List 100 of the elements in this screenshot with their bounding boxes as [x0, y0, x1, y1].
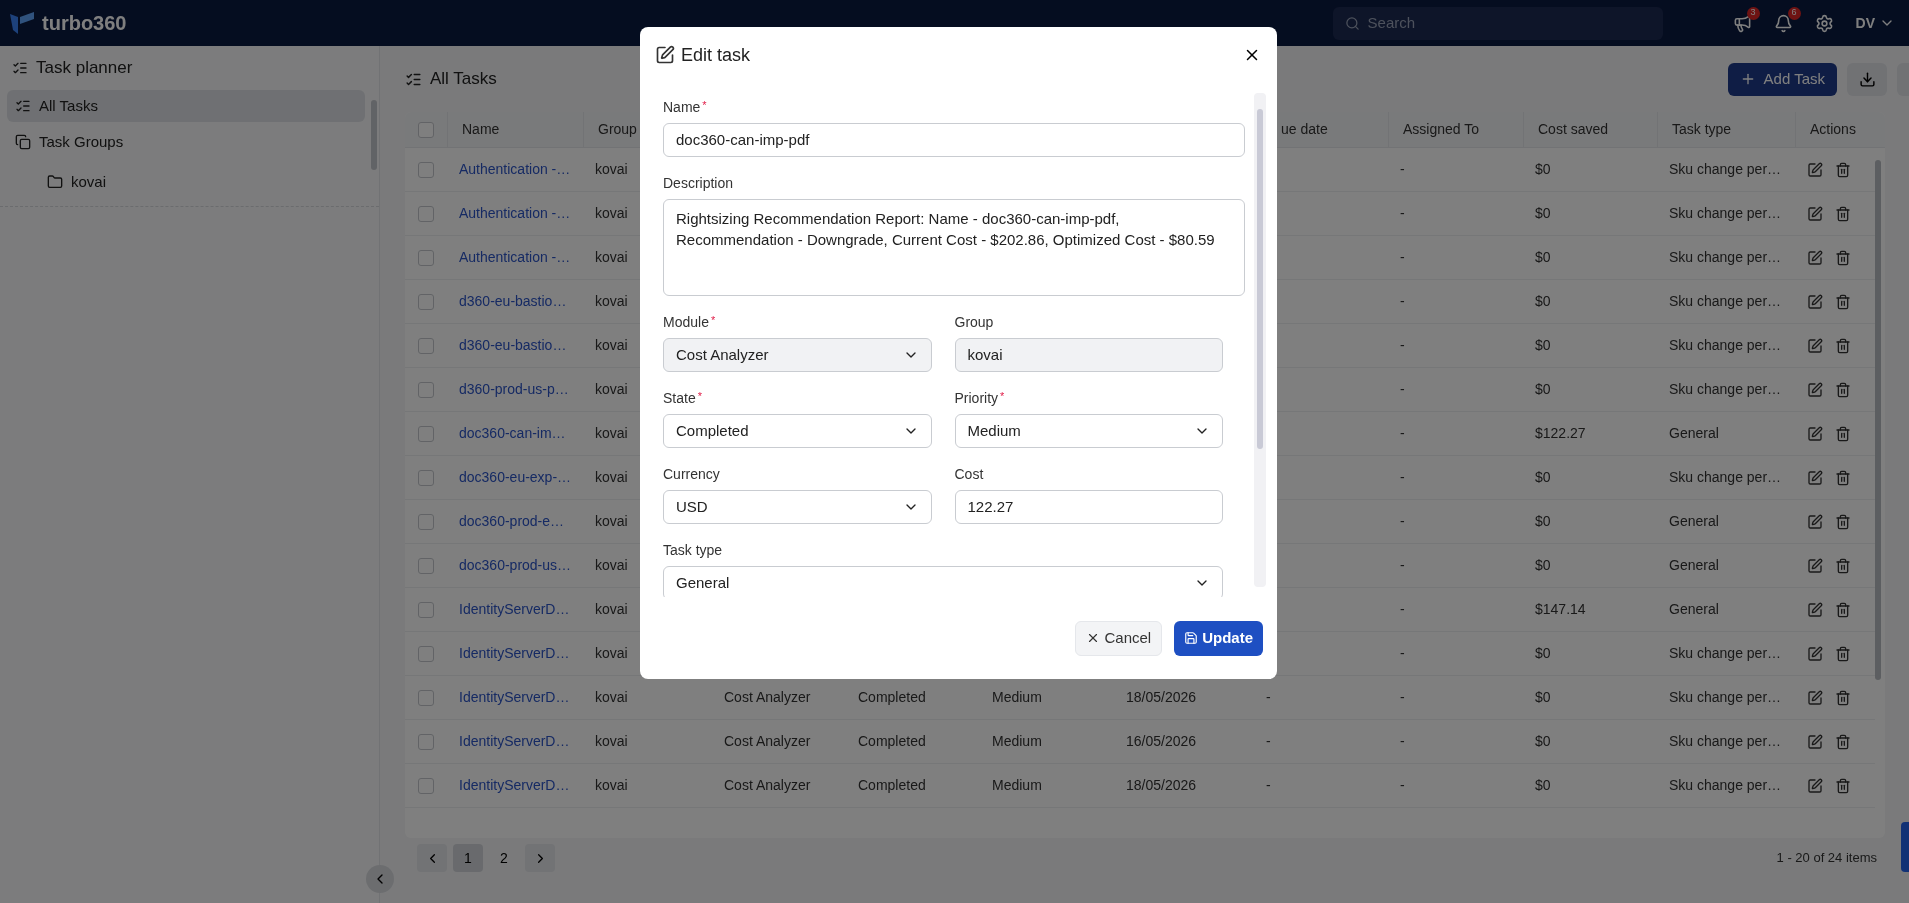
- logo-text: turbo360: [42, 11, 127, 36]
- trash-icon[interactable]: [1835, 425, 1851, 442]
- user-initials[interactable]: DV: [1855, 12, 1875, 34]
- edit-icon[interactable]: [1807, 689, 1823, 706]
- settings-icon[interactable]: [1814, 13, 1834, 33]
- task-link[interactable]: doc360-can-im…: [459, 425, 566, 441]
- select-all-checkbox[interactable]: [418, 121, 434, 138]
- sidebar-title: Task planner: [36, 57, 133, 80]
- task-link[interactable]: doc360-prod-e…: [459, 513, 565, 529]
- row-checkbox[interactable]: [418, 777, 434, 794]
- trash-icon[interactable]: [1835, 293, 1851, 310]
- trash-icon[interactable]: [1835, 205, 1851, 222]
- row-checkbox[interactable]: [418, 469, 434, 486]
- table-cell: $0: [1535, 689, 1551, 705]
- row-checkbox[interactable]: [418, 381, 434, 398]
- task-link[interactable]: doc360-eu-exp-…: [459, 469, 572, 485]
- trash-icon[interactable]: [1835, 469, 1851, 486]
- trash-icon[interactable]: [1835, 689, 1851, 706]
- row-checkbox[interactable]: [418, 425, 434, 442]
- table-cell: -: [1400, 293, 1405, 309]
- select-field[interactable]: General: [663, 566, 1223, 597]
- sidebar-item[interactable]: kovai: [7, 166, 365, 198]
- download-icon: [1858, 70, 1876, 88]
- trash-icon[interactable]: [1835, 337, 1851, 354]
- select-field[interactable]: Completed: [663, 414, 932, 448]
- column-header: Name: [462, 120, 500, 139]
- cancel-button[interactable]: Cancel: [1075, 620, 1163, 656]
- field-label: Module: [663, 313, 709, 332]
- edit-icon[interactable]: [1807, 645, 1823, 662]
- add-task-button[interactable]: Add Task: [1727, 62, 1837, 96]
- text-field[interactable]: 122.27: [954, 490, 1223, 524]
- row-checkbox[interactable]: [418, 161, 434, 178]
- task-link[interactable]: d360-prod-us-p…: [459, 381, 569, 397]
- page-button[interactable]: 2: [489, 844, 519, 872]
- description-field[interactable]: Rightsizing Recommendation Report: Name - doc360-can-imp-pdf, Recommendation - Downgrade, Current Cost - $202.86, Optimized Cost - $80.59: [663, 199, 1245, 296]
- table-cell: Medium: [992, 777, 1042, 793]
- row-checkbox[interactable]: [418, 557, 434, 574]
- table-cell: General: [1669, 425, 1719, 441]
- trash-icon[interactable]: [1835, 381, 1851, 398]
- row-checkbox[interactable]: [418, 337, 434, 354]
- task-link[interactable]: d360-eu-bastio…: [459, 293, 567, 309]
- trash-icon[interactable]: [1835, 513, 1851, 530]
- table-cell: $0: [1535, 777, 1551, 793]
- collapse-button[interactable]: [366, 865, 394, 893]
- edit-icon[interactable]: [1807, 557, 1823, 574]
- task-link[interactable]: IdentityServerD…: [459, 601, 570, 617]
- edit-icon[interactable]: [1807, 777, 1823, 794]
- trash-icon[interactable]: [1835, 249, 1851, 266]
- row-checkbox[interactable]: [418, 249, 434, 266]
- row-checkbox[interactable]: [418, 645, 434, 662]
- row-checkbox[interactable]: [418, 205, 434, 222]
- select-field[interactable]: Medium: [954, 414, 1223, 448]
- text-field[interactable]: doc360-can-imp-pdf: [663, 123, 1245, 157]
- table-cell: kovai: [595, 425, 628, 441]
- trash-icon[interactable]: [1835, 733, 1851, 750]
- task-link[interactable]: Authentication -…: [459, 161, 571, 177]
- update-button[interactable]: Update: [1174, 620, 1263, 656]
- search-field[interactable]: Search: [1332, 6, 1663, 40]
- sidebar-item[interactable]: All Tasks: [7, 90, 365, 122]
- edit-icon[interactable]: [1807, 337, 1823, 354]
- task-link[interactable]: IdentityServerD…: [459, 689, 570, 705]
- task-link[interactable]: Authentication -…: [459, 249, 571, 265]
- trash-icon[interactable]: [1835, 557, 1851, 574]
- field-label: Task type: [663, 541, 723, 560]
- edit-icon[interactable]: [1807, 601, 1823, 618]
- sidebar-item[interactable]: Task Groups: [7, 126, 365, 158]
- edit-icon[interactable]: [1807, 513, 1823, 530]
- edit-icon[interactable]: [1807, 469, 1823, 486]
- task-link[interactable]: IdentityServerD…: [459, 645, 570, 661]
- table-cell: Sku change per…: [1669, 381, 1782, 397]
- trash-icon[interactable]: [1835, 161, 1851, 178]
- row-checkbox[interactable]: [418, 689, 434, 706]
- task-link[interactable]: IdentityServerD…: [459, 733, 570, 749]
- row-checkbox[interactable]: [418, 293, 434, 310]
- edit-icon[interactable]: [1807, 205, 1823, 222]
- edit-icon[interactable]: [1807, 425, 1823, 442]
- table-cell: kovai: [595, 381, 628, 397]
- column-header: Group: [598, 120, 637, 139]
- task-link[interactable]: d360-eu-bastio…: [459, 337, 567, 353]
- task-link[interactable]: doc360-prod-us…: [459, 557, 572, 573]
- trash-icon[interactable]: [1835, 645, 1851, 662]
- row-checkbox[interactable]: [418, 601, 434, 618]
- task-link[interactable]: IdentityServerD…: [459, 777, 570, 793]
- edit-icon[interactable]: [1807, 161, 1823, 178]
- edit-icon[interactable]: [1807, 249, 1823, 266]
- select-field[interactable]: USD: [663, 490, 932, 524]
- trash-icon[interactable]: [1835, 601, 1851, 618]
- page-button[interactable]: 1: [453, 844, 483, 872]
- edit-icon[interactable]: [1807, 733, 1823, 750]
- table-cell: -: [1400, 469, 1405, 485]
- task-link[interactable]: Authentication -…: [459, 205, 571, 221]
- row-checkbox[interactable]: [418, 513, 434, 530]
- edit-icon[interactable]: [1807, 381, 1823, 398]
- edit-icon[interactable]: [1807, 293, 1823, 310]
- table-cell: 18/05/2026: [1126, 777, 1197, 793]
- row-checkbox[interactable]: [418, 733, 434, 750]
- table-cell: $0: [1535, 513, 1551, 529]
- trash-icon[interactable]: [1835, 777, 1851, 794]
- table-cell: -: [1400, 689, 1405, 705]
- download-button[interactable]: [1847, 62, 1887, 96]
